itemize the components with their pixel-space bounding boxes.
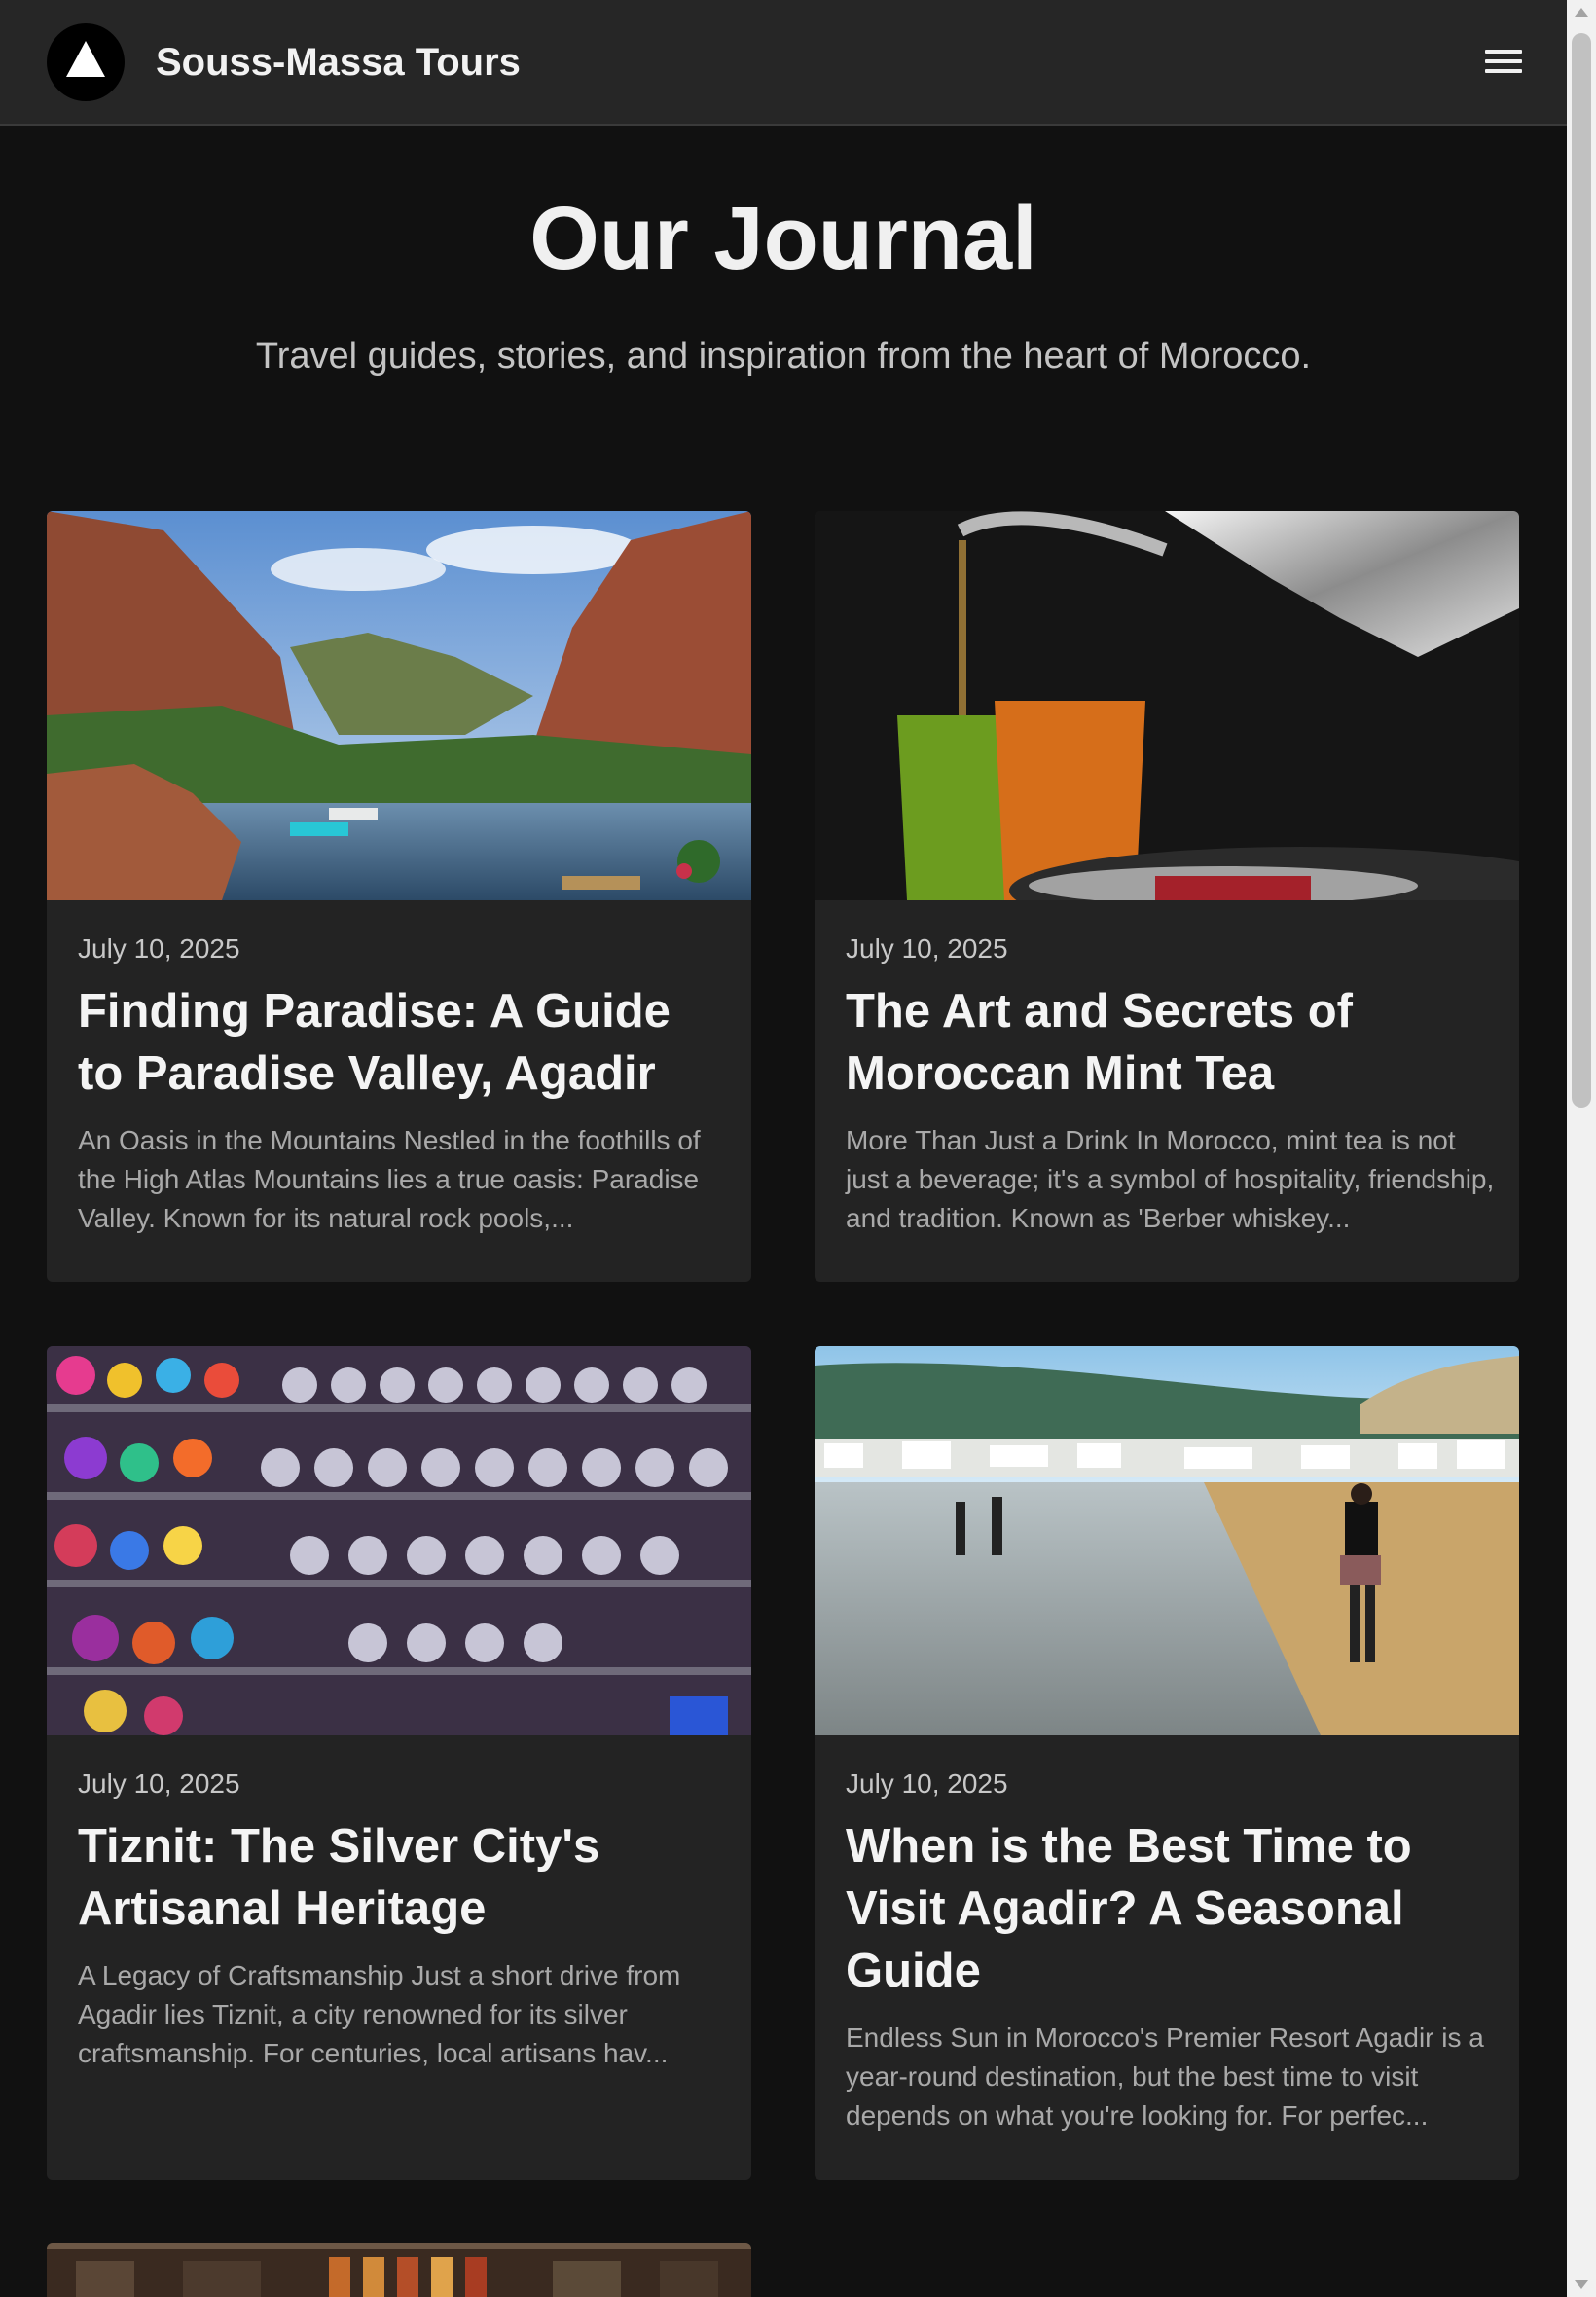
post-date: July 10, 2025 [846,933,1008,964]
mountain-triangle-icon [66,41,105,77]
site-logo[interactable] [47,23,125,101]
post-card[interactable]: July 10, 2025 When is the Best Time to V… [815,1346,1519,2180]
post-card[interactable]: July 10, 2025 The Art and Secrets of Mor… [815,511,1519,1282]
scroll-up-arrow-icon[interactable] [1575,8,1588,17]
post-card[interactable] [47,2243,751,2297]
post-title[interactable]: When is the Best Time to Visit Agadir? A… [846,1815,1492,2002]
post-date: July 10, 2025 [78,1768,240,1799]
post-excerpt: Endless Sun in Morocco's Premier Resort … [846,2023,1484,2131]
post-card[interactable]: July 10, 2025 Finding Paradise: A Guide … [47,511,751,1282]
post-title[interactable]: Finding Paradise: A Guide to Paradise Va… [78,980,724,1105]
page-scrollbar[interactable] [1567,0,1596,2297]
spice-shop-photo[interactable] [47,2243,751,2297]
post-date: July 10, 2025 [78,933,240,964]
site-brand[interactable]: Souss-Massa Tours [156,39,521,86]
site-header: Souss-Massa Tours [0,0,1567,126]
post-card[interactable]: July 10, 2025 Tiznit: The Silver City's … [47,1346,751,2180]
mint-tea-photo[interactable] [815,511,1519,900]
post-date: July 10, 2025 [846,1768,1008,1799]
scroll-thumb[interactable] [1572,33,1591,1108]
page-title: Our Journal [529,189,1037,288]
hamburger-menu-icon[interactable] [1485,49,1522,76]
post-excerpt: More Than Just a Drink In Morocco, mint … [846,1125,1495,1233]
silver-teapots-photo[interactable] [47,1346,751,1735]
page-subtitle: Travel guides, stories, and inspiration … [255,336,1312,377]
agadir-beach-photo[interactable] [815,1346,1519,1735]
post-title[interactable]: Tiznit: The Silver City's Artisanal Heri… [78,1815,724,1940]
post-excerpt: An Oasis in the Mountains Nestled in the… [78,1125,701,1233]
post-title[interactable]: The Art and Secrets of Moroccan Mint Tea [846,980,1492,1105]
scroll-down-arrow-icon[interactable] [1575,2280,1588,2289]
journal-page: Souss-Massa Tours Our Journal Travel gui… [0,0,1596,2297]
post-excerpt: A Legacy of Craftsmanship Just a short d… [78,1960,681,2068]
paradise-valley-photo[interactable] [47,511,751,900]
